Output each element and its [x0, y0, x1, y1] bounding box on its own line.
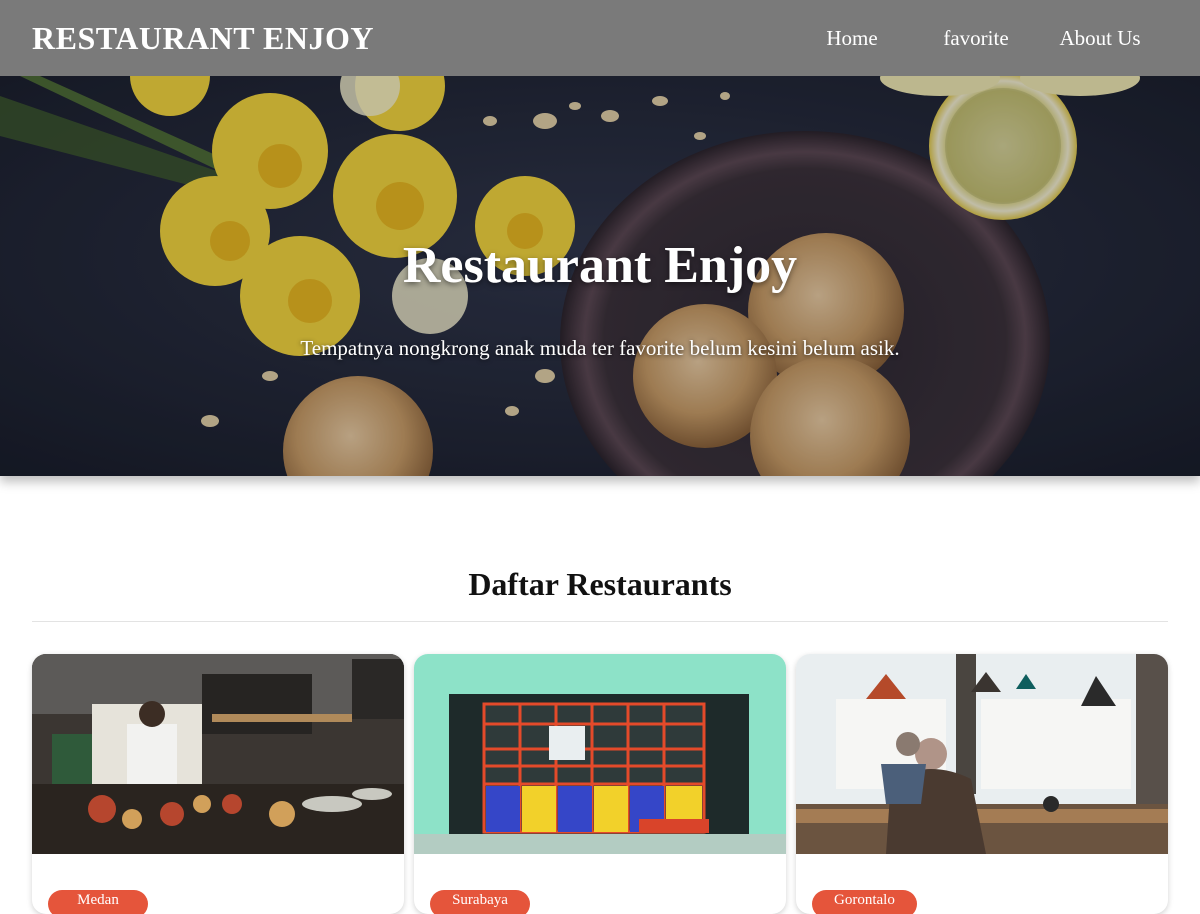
section-title: Daftar Restaurants: [468, 566, 732, 602]
restaurant-thumbnail: [796, 654, 1168, 854]
restaurant-thumbnail: [32, 654, 404, 854]
nav-about-link[interactable]: About Us: [1038, 26, 1162, 51]
nav-home-link[interactable]: Home: [790, 26, 914, 51]
nav-favorite-link[interactable]: favorite: [914, 26, 1038, 51]
app-bar: RESTAURANT ENJOY Home favorite About Us: [0, 0, 1200, 76]
restaurant-card[interactable]: Surabaya: [414, 654, 786, 914]
hero-tagline: Tempatnya nongkrong anak muda ter favori…: [300, 336, 900, 360]
restaurant-thumbnail: [414, 654, 786, 854]
city-badge: Surabaya: [430, 890, 530, 914]
city-badge: Gorontalo: [812, 890, 917, 914]
main-nav: Home favorite About Us: [790, 26, 1162, 51]
restaurant-card[interactable]: Medan: [32, 654, 404, 914]
restaurant-card[interactable]: Gorontalo: [796, 654, 1168, 914]
hero-section: Restaurant Enjoy Tempatnya nongkrong ana…: [0, 76, 1200, 476]
section-divider: [32, 621, 1168, 622]
brand-logo[interactable]: RESTAURANT ENJOY: [32, 20, 374, 57]
restaurant-list: Medan Surabaya Gorontalo: [32, 654, 1168, 914]
city-badge: Medan: [48, 890, 148, 914]
hero-title: Restaurant Enjoy: [402, 237, 798, 294]
